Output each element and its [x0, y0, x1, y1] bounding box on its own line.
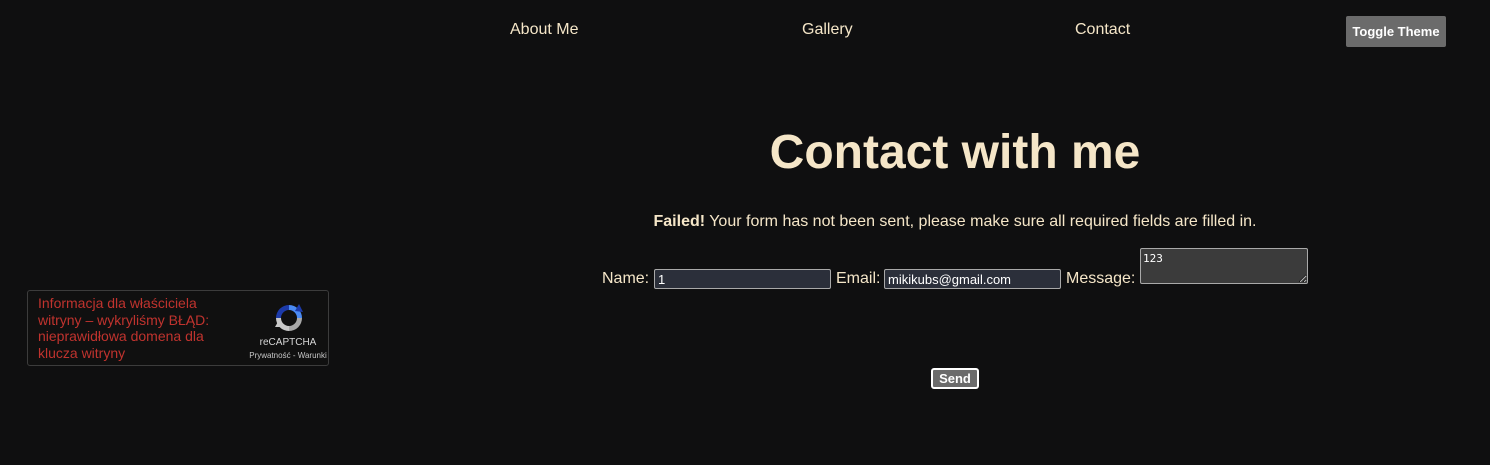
recaptcha-logo-icon: [275, 304, 303, 331]
message-label: Message:: [1066, 270, 1136, 287]
nav-link-about-me[interactable]: About Me: [510, 21, 578, 39]
recaptcha-terms-link[interactable]: Warunki: [298, 351, 327, 360]
form-status-message: Failed! Your form has not been sent, ple…: [555, 212, 1355, 232]
recaptcha-privacy-link[interactable]: Prywatność: [249, 351, 290, 360]
email-label: Email:: [836, 270, 881, 287]
message-textarea[interactable]: 123: [1140, 248, 1308, 284]
name-input[interactable]: [654, 269, 831, 289]
recaptcha-links: Prywatność - Warunki: [228, 351, 348, 360]
recaptcha-error-message: Informacja dla właściciela witryny – wyk…: [38, 295, 210, 361]
toggle-theme-button[interactable]: Toggle Theme: [1346, 16, 1446, 47]
recaptcha-links-separator: -: [290, 351, 298, 360]
page-title: Contact with me: [769, 126, 1141, 179]
nav-link-gallery[interactable]: Gallery: [802, 21, 853, 39]
email-input[interactable]: [884, 269, 1061, 289]
nav-link-contact[interactable]: Contact: [1075, 21, 1130, 39]
name-label: Name:: [602, 270, 650, 287]
recaptcha-widget: Informacja dla właściciela witryny – wyk…: [27, 290, 329, 366]
send-button[interactable]: Send: [931, 368, 979, 389]
recaptcha-brand-label: reCAPTCHA: [259, 337, 317, 348]
page: About Me Gallery Contact Toggle Theme Co…: [0, 0, 1490, 465]
status-text: Your form has not been sent, please make…: [705, 213, 1257, 230]
status-strong: Failed!: [653, 213, 706, 230]
